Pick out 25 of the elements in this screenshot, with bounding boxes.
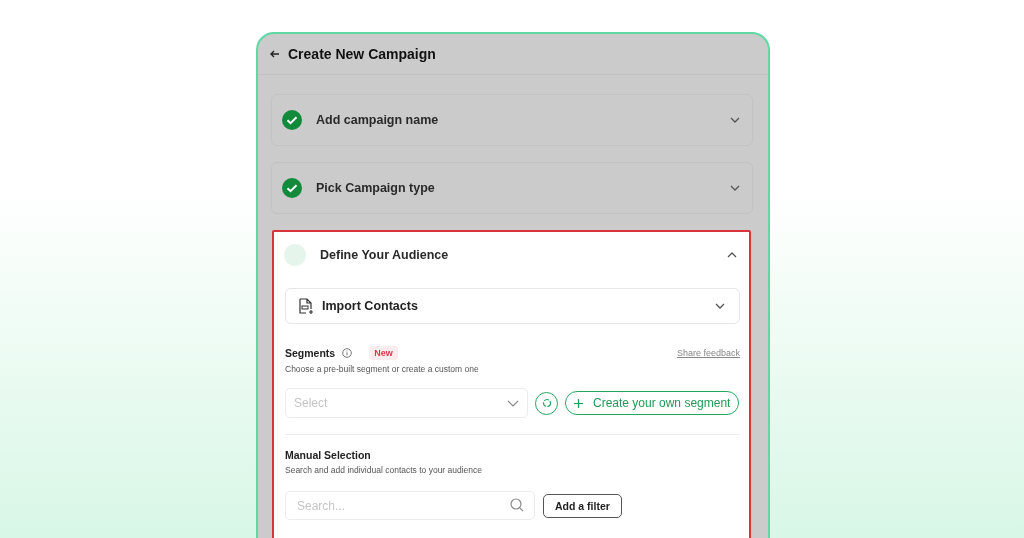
- info-icon[interactable]: [342, 348, 353, 358]
- page-title: Create New Campaign: [288, 46, 436, 62]
- refresh-icon: [541, 398, 552, 408]
- step-title[interactable]: Define Your Audience: [320, 248, 713, 262]
- plus-icon: [574, 398, 583, 408]
- chevron-down-icon: [507, 399, 519, 407]
- section-title: Segments: [285, 347, 336, 359]
- add-filter-button[interactable]: Add a filter: [543, 493, 622, 518]
- step-title[interactable]: Add campaign name: [316, 113, 716, 127]
- back-arrow-icon[interactable]: [270, 50, 280, 58]
- step-title[interactable]: Pick Campaign type: [316, 181, 716, 195]
- section-title: Manual Selection: [285, 449, 372, 461]
- new-badge: New: [369, 346, 398, 360]
- share-feedback-link[interactable]: Share feedback: [676, 348, 740, 358]
- chevron-down-icon[interactable]: [730, 117, 740, 123]
- chevron-down-icon[interactable]: [730, 185, 740, 191]
- search-icon: [510, 498, 524, 512]
- refresh-button[interactable]: [535, 391, 558, 415]
- chevron-up-icon[interactable]: [727, 252, 737, 258]
- section-description: Choose a pre-built segment or create a custom one: [285, 364, 480, 374]
- section-description: Search and add individual contacts to your audience: [285, 465, 484, 475]
- document-icon: [298, 297, 314, 315]
- import-contacts-dropdown[interactable]: Import Contacts: [285, 288, 740, 324]
- search-field[interactable]: Search...: [285, 491, 535, 520]
- create-segment-button[interactable]: Create your own segment: [565, 391, 740, 415]
